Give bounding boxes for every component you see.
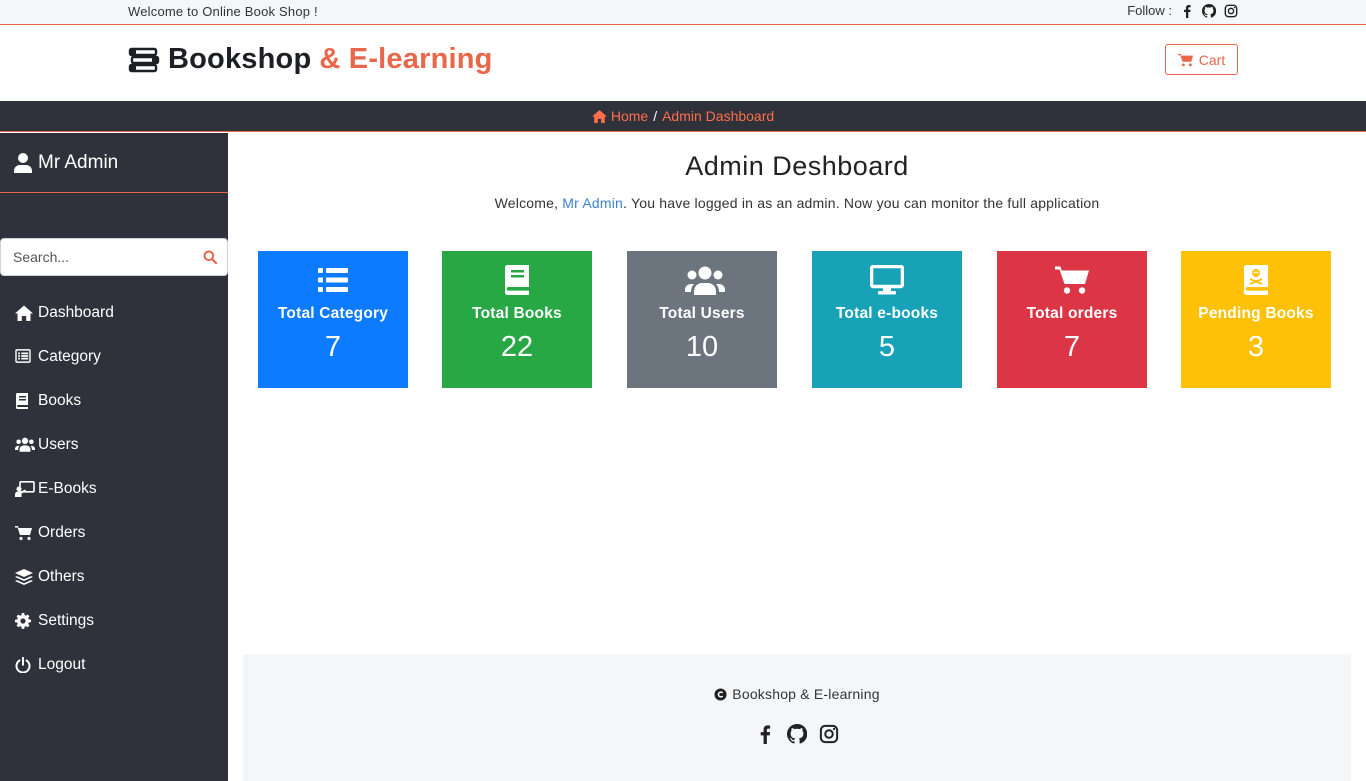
stat-card-label: Total Books <box>472 305 562 322</box>
facebook-icon[interactable] <box>1180 4 1194 18</box>
copyright-icon <box>714 687 727 701</box>
sidebar-item-label: Books <box>38 392 82 409</box>
footer: Bookshop & E-learning <box>243 654 1351 781</box>
site-logo[interactable]: Bookshop & E-learning <box>128 43 493 76</box>
stat-card-pending-books[interactable]: Pending Books 3 <box>1181 251 1331 388</box>
stat-card-count: 7 <box>324 331 342 363</box>
brand-name: Bookshop <box>168 43 312 75</box>
sidebar-item-label: Others <box>38 568 85 585</box>
chalkboard-icon <box>15 481 35 497</box>
follow-links: Follow : <box>1127 3 1238 18</box>
sidebar: Mr Admin Dashboard Category Books <box>0 133 228 781</box>
search-icon[interactable] <box>203 250 217 264</box>
welcome-text: Welcome to Online Book Shop ! <box>128 4 318 19</box>
sidebar-nav: Dashboard Category Books Users E-Books O… <box>0 291 228 687</box>
stat-card-count: 22 <box>500 331 534 363</box>
stat-card-count: 5 <box>878 331 896 363</box>
sidebar-item-users[interactable]: Users <box>0 423 228 467</box>
stat-card-label: Total Users <box>659 305 745 322</box>
stat-card-label: Total orders <box>1026 305 1118 322</box>
stat-card-total-ebooks[interactable]: Total e-books 5 <box>812 251 962 388</box>
sidebar-item-label: E-Books <box>38 480 97 497</box>
breadcrumb: Home / Admin Dashboard <box>0 101 1366 132</box>
gear-icon <box>15 613 33 629</box>
sidebar-user: Mr Admin <box>0 133 228 193</box>
breadcrumb-current[interactable]: Admin Dashboard <box>662 108 774 124</box>
sidebar-item-category[interactable]: Category <box>0 335 228 379</box>
stat-card-total-books[interactable]: Total Books 22 <box>442 251 592 388</box>
stat-card-label: Total e-books <box>835 305 939 322</box>
sidebar-item-label: Dashboard <box>38 304 114 321</box>
sidebar-item-label: Category <box>38 348 101 365</box>
cart-button[interactable]: Cart <box>1165 44 1238 75</box>
github-icon[interactable] <box>787 724 807 744</box>
sidebar-item-label: Settings <box>38 612 95 629</box>
stat-card-count: 7 <box>1063 331 1081 363</box>
sidebar-item-label: Users <box>38 436 79 453</box>
footer-copyright: Bookshop & E-learning <box>243 686 1351 702</box>
sidebar-item-label: Logout <box>38 656 86 673</box>
cart-label: Cart <box>1198 51 1226 68</box>
breadcrumb-home-label: Home <box>610 108 649 124</box>
home-icon <box>591 109 607 123</box>
desktop-icon <box>870 265 904 295</box>
list-icon <box>15 349 33 365</box>
books-stack-icon <box>128 46 160 74</box>
stat-card-count: 3 <box>1247 331 1265 363</box>
layers-icon <box>15 569 33 585</box>
footer-copyright-text: Bookshop & E-learning <box>732 686 880 702</box>
page-title: Admin Deshboard <box>685 151 909 181</box>
list-icon <box>316 265 350 295</box>
stat-card-label: Total Category <box>277 305 389 322</box>
user-icon <box>14 152 32 173</box>
facebook-icon[interactable] <box>755 724 775 744</box>
welcome-prefix: Welcome, <box>494 195 563 211</box>
sidebar-item-books[interactable]: Books <box>0 379 228 423</box>
sidebar-item-settings[interactable]: Settings <box>0 599 228 643</box>
book-icon <box>15 393 33 409</box>
book-icon <box>500 265 534 295</box>
sidebar-user-name: Mr Admin <box>38 151 119 173</box>
home-icon <box>15 305 33 321</box>
users-icon <box>15 437 35 453</box>
header: Bookshop & E-learning Cart <box>0 25 1366 101</box>
top-bar: Welcome to Online Book Shop ! Follow : <box>0 0 1366 25</box>
power-icon <box>15 657 33 673</box>
stat-cards: Total Category 7 Total Books 22 Total Us… <box>258 251 1338 388</box>
stat-card-label: Pending Books <box>1198 305 1314 322</box>
sidebar-item-ebooks[interactable]: E-Books <box>0 467 228 511</box>
stat-card-count: 10 <box>685 331 719 363</box>
footer-social-links <box>243 724 1351 744</box>
stat-card-total-users[interactable]: Total Users 10 <box>627 251 777 388</box>
cart-icon <box>1055 265 1089 295</box>
users-icon <box>685 265 725 295</box>
welcome-suffix: . You have logged in as an admin. Now yo… <box>623 195 1100 211</box>
github-icon[interactable] <box>1202 3 1216 18</box>
sidebar-item-others[interactable]: Others <box>0 555 228 599</box>
sidebar-search <box>0 238 228 276</box>
sidebar-item-label: Orders <box>38 524 86 541</box>
welcome-user-link[interactable]: Mr Admin <box>562 195 623 211</box>
welcome-message: Welcome, Mr Admin. You have logged in as… <box>228 195 1366 211</box>
book-dead-icon <box>1239 265 1273 295</box>
breadcrumb-separator: / <box>653 108 658 124</box>
sidebar-item-orders[interactable]: Orders <box>0 511 228 555</box>
breadcrumb-home[interactable]: Home <box>591 108 649 124</box>
stat-card-total-category[interactable]: Total Category 7 <box>258 251 408 388</box>
instagram-icon[interactable] <box>819 724 839 744</box>
sidebar-item-dashboard[interactable]: Dashboard <box>0 291 228 335</box>
stat-card-total-orders[interactable]: Total orders 7 <box>997 251 1147 388</box>
follow-label: Follow : <box>1127 3 1172 18</box>
brand-accent: & E-learning <box>319 43 493 75</box>
cart-icon <box>15 525 33 541</box>
search-input[interactable] <box>1 240 191 274</box>
cart-icon <box>1177 53 1194 67</box>
instagram-icon[interactable] <box>1224 4 1238 18</box>
main-content: Admin Deshboard Welcome, Mr Admin. You h… <box>228 133 1366 653</box>
sidebar-item-logout[interactable]: Logout <box>0 643 228 687</box>
